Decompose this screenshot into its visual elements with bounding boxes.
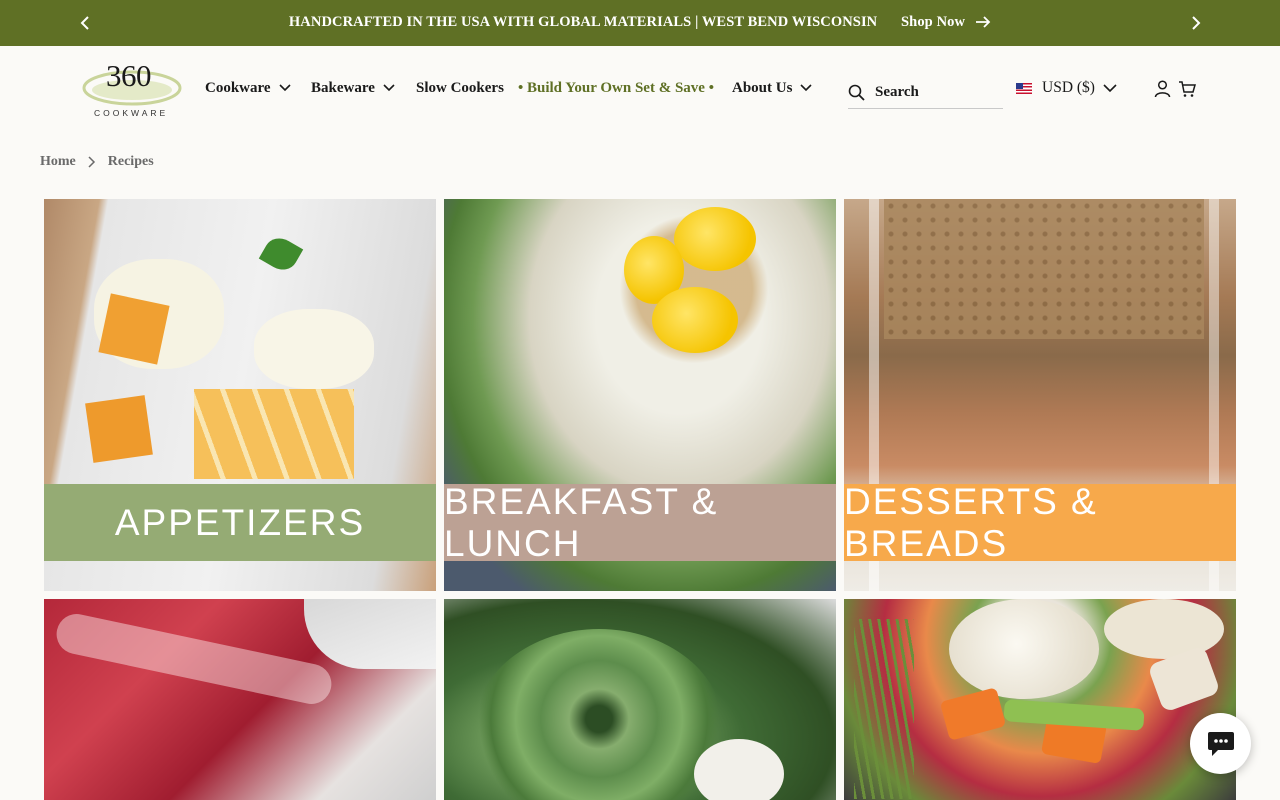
onion-image	[1104, 599, 1224, 659]
search-label: Search	[875, 83, 919, 100]
shop-now-label: Shop Now	[901, 14, 966, 30]
category-label-appetizers: APPETIZERS	[44, 484, 436, 561]
currency-label: USD ($)	[1042, 79, 1095, 96]
chevron-down-icon	[800, 83, 813, 91]
carrot-image	[939, 687, 1007, 741]
onion-image	[949, 599, 1099, 699]
chevron-down-icon	[383, 83, 395, 91]
celery-image	[1003, 699, 1145, 731]
us-flag-icon	[1016, 82, 1032, 94]
category-label-desserts-breads: DESSERTS & BREADS	[844, 481, 1236, 564]
category-label-breakfast-lunch: BREAKFAST & LUNCH	[444, 481, 836, 564]
fat-marbling-image	[52, 610, 336, 708]
shop-now-link[interactable]: Shop Now	[901, 14, 991, 30]
category-tile-breakfast-lunch[interactable]: BREAKFAST & LUNCH	[444, 199, 836, 591]
currency-selector[interactable]: USD ($)	[1016, 79, 1117, 97]
walnuts-image	[884, 199, 1204, 339]
nav-label: Bakeware	[311, 80, 375, 96]
egg-yolk-image	[674, 207, 756, 271]
nav-label: About Us	[732, 80, 793, 96]
search-field[interactable]: Search	[848, 76, 1003, 109]
arrow-right-icon	[976, 16, 991, 28]
artichoke-image	[474, 629, 724, 800]
logo-wordmark: COOKWARE	[94, 108, 169, 118]
breadcrumb-home[interactable]: Home	[40, 154, 76, 170]
chevron-right-icon	[88, 156, 95, 168]
nav-label: • Build Your Own Set & Save •	[518, 80, 714, 96]
nav-item-bakeware[interactable]: Bakeware	[311, 80, 395, 97]
chevron-right-icon[interactable]	[1186, 14, 1204, 32]
cheddar-cube-image	[85, 395, 153, 463]
account-icon[interactable]	[1154, 80, 1171, 103]
chevron-down-icon	[1103, 83, 1117, 92]
brand-logo[interactable]: 360 COOKWARE	[82, 58, 186, 120]
cheddar-cube-image	[98, 293, 170, 365]
category-tile-desserts-breads[interactable]: DESSERTS & BREADS	[844, 199, 1236, 591]
herbs-image	[854, 619, 914, 799]
chat-icon	[1207, 731, 1234, 756]
logo-number: 360	[106, 58, 152, 93]
announcement-text: HANDCRAFTED IN THE USA WITH GLOBAL MATER…	[288, 14, 878, 30]
nav-item-build-your-own-set[interactable]: • Build Your Own Set & Save •	[518, 80, 714, 97]
chat-button[interactable]	[1190, 713, 1251, 774]
breadcrumb-current: Recipes	[107, 154, 154, 169]
breadcrumb: Home Recipes	[40, 154, 154, 170]
announcement-message: HANDCRAFTED IN THE USA WITH GLOBAL MATER…	[0, 14, 1280, 31]
cheese-slice-image	[254, 309, 374, 389]
nav-item-about-us[interactable]: About Us	[732, 80, 813, 97]
category-tile-appetizers[interactable]: APPETIZERS	[44, 199, 436, 591]
nav-label: Slow Cookers	[416, 80, 504, 96]
cart-icon[interactable]	[1178, 80, 1196, 103]
nav-label: Cookware	[205, 80, 271, 96]
category-tile-vegetables[interactable]	[444, 599, 836, 800]
nav-item-cookware[interactable]: Cookware	[205, 80, 291, 97]
category-tile-meat[interactable]	[44, 599, 436, 800]
chevron-down-icon	[278, 83, 291, 91]
egg-yolk-image	[652, 287, 738, 353]
pan-image	[304, 599, 436, 669]
announcement-bar: HANDCRAFTED IN THE USA WITH GLOBAL MATER…	[0, 0, 1280, 46]
nav-item-slow-cookers[interactable]: Slow Cookers	[416, 80, 504, 97]
category-tile-soups-stews[interactable]	[844, 599, 1236, 800]
search-icon	[848, 84, 865, 101]
mint-leaf-image	[258, 232, 304, 276]
site-header: 360 COOKWARE Cookware Bakeware Slow Cook…	[0, 46, 1280, 132]
cauliflower-image	[694, 739, 784, 800]
colby-jack-slices-image	[194, 389, 354, 479]
